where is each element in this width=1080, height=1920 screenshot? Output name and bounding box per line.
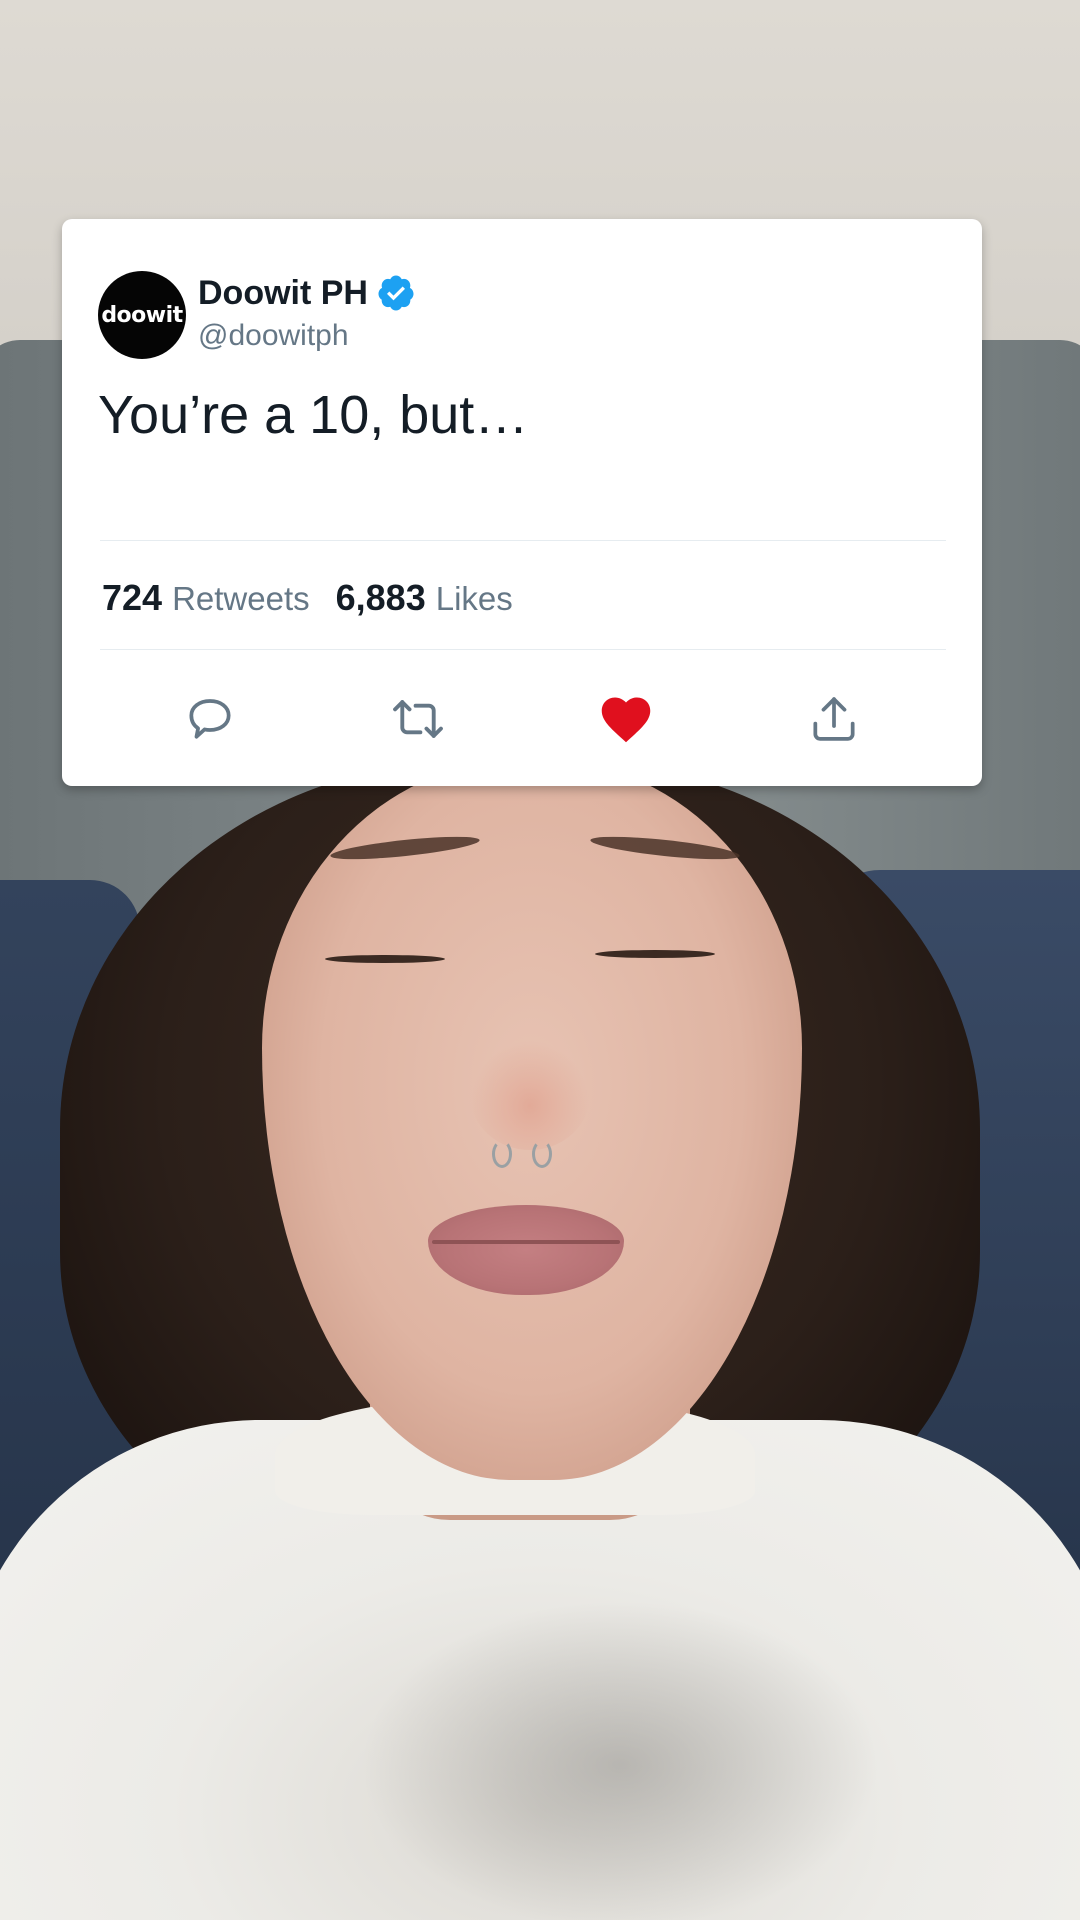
divider — [100, 540, 946, 541]
avatar-logo-text: doowit — [101, 302, 183, 328]
author-row: Doowit PH — [198, 273, 416, 313]
tweet-stats: 724 Retweets 6,883 Likes — [102, 577, 539, 619]
reply-icon — [189, 699, 231, 739]
heart-icon — [601, 697, 651, 743]
avatar[interactable]: doowit — [98, 271, 186, 359]
likes-count[interactable]: 6,883 — [336, 577, 426, 619]
verified-badge-icon — [378, 275, 414, 311]
like-button[interactable] — [586, 679, 666, 759]
likes-label[interactable]: Likes — [436, 580, 513, 618]
handle[interactable]: @doowitph — [198, 319, 349, 353]
tweet-card: doowit Doowit PH @doowitph You’re a 10, … — [62, 219, 982, 786]
eyelid-right — [595, 950, 715, 958]
shirt-shadow — [360, 1600, 880, 1920]
tweet-text: You’re a 10, but… — [98, 385, 529, 445]
nose — [470, 1040, 590, 1150]
eyelid-left — [325, 955, 445, 963]
share-icon — [813, 697, 855, 741]
nose-ring-left — [492, 1140, 512, 1168]
divider — [100, 649, 946, 650]
retweet-button[interactable] — [378, 679, 458, 759]
retweet-icon — [393, 700, 443, 738]
share-button[interactable] — [794, 679, 874, 759]
retweets-count[interactable]: 724 — [102, 577, 162, 619]
retweets-label[interactable]: Retweets — [172, 580, 310, 618]
lip-line — [432, 1240, 620, 1244]
tweet-actions — [62, 679, 982, 759]
nose-ring-right — [532, 1140, 552, 1168]
display-name[interactable]: Doowit PH — [198, 274, 368, 313]
reply-button[interactable] — [170, 679, 250, 759]
